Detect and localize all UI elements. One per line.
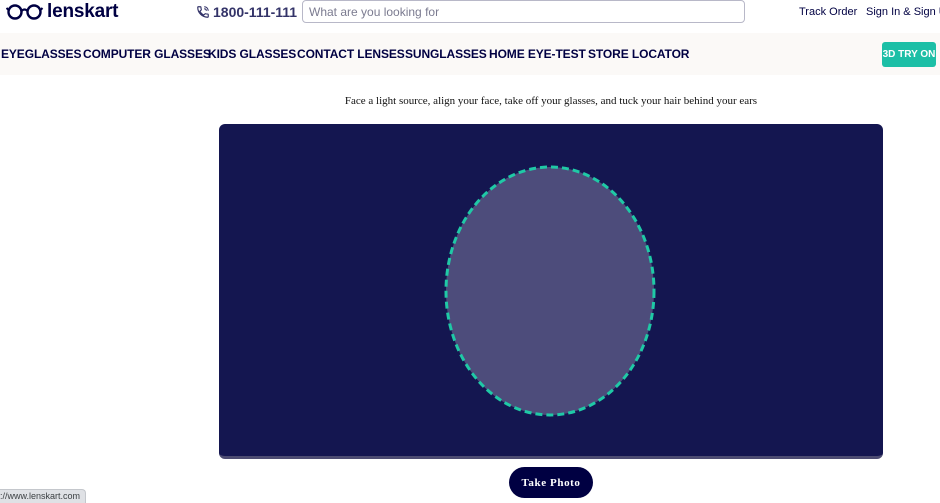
main-nav: EYEGLASSES COMPUTER GLASSES KIDS GLASSES… [0, 33, 940, 75]
sign-in-link[interactable]: Sign In & Sign Up [866, 6, 940, 18]
phone-icon [197, 6, 209, 18]
status-bar-url: ://www.lenskart.com [0, 489, 87, 503]
nav-item-computer-glasses[interactable]: COMPUTER GLASSES [83, 47, 211, 61]
support-phone[interactable]: 1800-111-111 [196, 3, 297, 21]
lenskart-logo[interactable]: lenskart [6, 1, 119, 22]
search-box [302, 0, 745, 23]
nav-item-eyeglasses[interactable]: EYEGLASSES [1, 47, 81, 61]
nav-item-sunglasses[interactable]: SUNGLASSES [405, 47, 487, 61]
camera-viewport [219, 124, 883, 459]
3d-try-on-button[interactable]: 3D TRY ON [882, 42, 936, 67]
phone-number: 1800-111-111 [213, 4, 298, 20]
nav-item-home-eye-test[interactable]: HOME EYE-TEST [489, 47, 586, 61]
track-order-link[interactable]: Track Order [799, 6, 857, 18]
nav-item-store-locator[interactable]: STORE LOCATOR [588, 47, 689, 61]
logo-text: lenskart [47, 1, 119, 22]
header: lenskart 1800-111-111 Track Order Sign I… [0, 0, 940, 33]
capture-instruction: Face a light source, align your face, ta… [344, 95, 758, 107]
face-guide-ellipse [444, 165, 656, 417]
take-photo-button[interactable]: Take Photo [509, 467, 593, 498]
nav-item-kids-glasses[interactable]: KIDS GLASSES [208, 47, 296, 61]
face-guide-overlay [444, 165, 656, 417]
nav-item-contact-lenses[interactable]: CONTACT LENSES [297, 47, 405, 61]
search-input[interactable] [303, 1, 744, 22]
glasses-logo-icon [6, 4, 44, 20]
